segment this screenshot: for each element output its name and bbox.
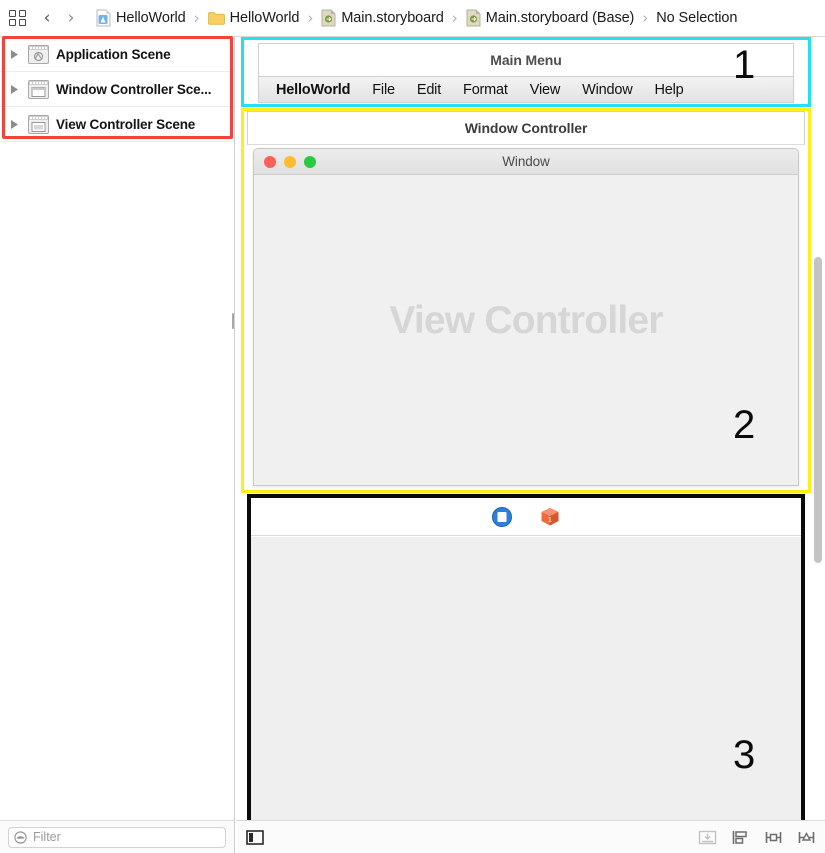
interface-builder-canvas[interactable]: Main Menu HelloWorld File Edit Format Vi… [236,37,825,853]
resolve-autolayout-icon[interactable] [797,829,816,846]
forward-arrow-button[interactable]: › [60,6,82,30]
disclosure-triangle-icon[interactable] [8,83,21,96]
scene-list: Application Scene Window Controller Sce.… [0,37,234,142]
menu-item-edit[interactable]: Edit [417,82,441,98]
breadcrumb-label: Main.storyboard (Base) [485,10,635,26]
view-controller-watermark: View Controller [389,299,663,342]
svg-text:1: 1 [548,517,552,524]
sidebar-item-label: Window Controller Sce... [56,81,212,97]
first-responder-icon[interactable]: 1 [539,506,561,528]
window-controller-scene-title: Window Controller [247,111,805,145]
disclosure-triangle-icon[interactable] [8,48,21,61]
menu-item-window[interactable]: Window [582,82,633,98]
canvas-vertical-scrollbar[interactable] [814,257,822,563]
breadcrumb-item-folder[interactable]: HelloWorld [206,10,302,26]
sidebar-item-label: View Controller Scene [56,116,196,132]
filter-input[interactable]: Filter [8,826,226,848]
menu-item-app[interactable]: HelloWorld [276,82,350,98]
canvas-bottom-bar [236,820,825,853]
breadcrumb-item-storyboard-base[interactable]: Main.storyboard (Base) [464,9,637,27]
xcode-project-icon [96,9,111,27]
view-controller-icon[interactable] [491,506,513,528]
window-titlebar: Window [254,149,798,175]
window-content-view[interactable]: View Controller [254,175,798,485]
window-controller-scene[interactable]: Window Controller Window View Controller [247,111,805,490]
menu-bar[interactable]: HelloWorld File Edit Format View Window … [259,76,793,102]
breadcrumb-label: Main.storyboard [341,10,444,26]
breadcrumb-separator: › [451,9,458,27]
scene-view-icon [28,114,49,134]
embed-in-icon[interactable] [698,829,717,846]
breadcrumb-label: HelloWorld [229,10,300,26]
breadcrumb-item-project[interactable]: HelloWorld [94,9,188,27]
grid-icon[interactable] [8,8,28,28]
callout-number-1: 1 [733,43,756,87]
menu-item-view[interactable]: View [530,82,561,98]
main-menu-scene-title: Main Menu [490,52,562,68]
breadcrumb-label: HelloWorld [116,10,186,26]
show-document-outline-icon[interactable] [246,829,265,846]
breadcrumb-item-selection[interactable]: No Selection [654,10,739,26]
breadcrumb-separator: › [193,9,200,27]
disclosure-triangle-icon[interactable] [8,118,21,131]
sidebar-splitter-handle[interactable] [230,313,236,329]
callout-number-3: 3 [733,733,756,777]
sidebar-filter-bar: Filter [0,820,234,853]
sidebar-item-application-scene[interactable]: Application Scene [0,37,234,72]
sidebar-item-window-controller-scene[interactable]: Window Controller Sce... [0,72,234,107]
breadcrumb-item-storyboard[interactable]: Main.storyboard [319,9,445,27]
breadcrumb-separator: › [307,9,314,27]
menu-item-help[interactable]: Help [655,82,684,98]
menu-item-format[interactable]: Format [463,82,508,98]
breadcrumb-bar: ‹ › HelloWorld › HelloWorld › Main.story… [0,0,825,37]
menu-item-file[interactable]: File [372,82,395,98]
align-icon[interactable] [731,829,750,846]
scene-window-icon [28,79,49,99]
view-controller-canvas-area[interactable] [251,537,801,848]
add-constraints-icon[interactable] [764,829,783,846]
sidebar-item-view-controller-scene[interactable]: View Controller Scene [0,107,234,142]
filter-icon [14,830,27,844]
storyboard-file-icon [466,9,481,27]
sidebar-item-label: Application Scene [56,46,171,62]
main-menu-scene[interactable]: Main Menu HelloWorld File Edit Format Vi… [258,43,794,103]
scene-dock-bar[interactable]: 1 [251,498,801,536]
storyboard-file-icon [321,9,336,27]
folder-icon [207,11,225,25]
window-preview[interactable]: Window View Controller [253,148,799,486]
window-title-label: Window [502,154,550,169]
callout-number-2: 2 [733,403,756,447]
breadcrumb-separator: › [642,9,649,27]
view-controller-scene[interactable]: 1 [251,498,801,848]
filter-placeholder: Filter [33,830,61,844]
breadcrumb-label: No Selection [656,10,738,26]
back-arrow-button[interactable]: ‹ [36,6,58,30]
document-outline-sidebar: Application Scene Window Controller Sce.… [0,37,235,853]
scene-app-icon [28,44,49,64]
